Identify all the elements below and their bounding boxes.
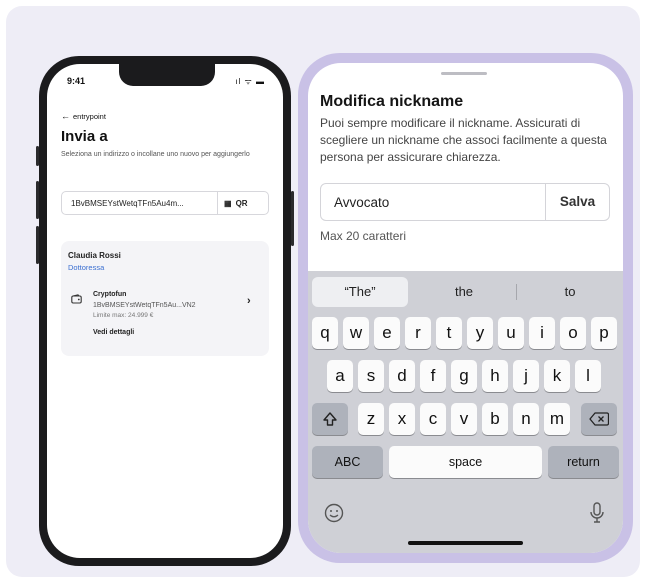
key-w[interactable]: w xyxy=(343,317,369,349)
key-x[interactable]: x xyxy=(389,403,415,435)
contact-card: Claudia Rossi Dottoressa Cryptofun 1BvBM… xyxy=(61,241,269,356)
left-phone: 9:41 ıl ᯤ ▬ ← entrypoint Invia a Selezion… xyxy=(36,56,294,566)
key-n[interactable]: n xyxy=(513,403,539,435)
delete-key[interactable] xyxy=(581,403,617,435)
left-phone-screen: 9:41 ıl ᯤ ▬ ← entrypoint Invia a Selezion… xyxy=(47,64,283,558)
keyboard: “The” the to q w e r t y u i o p a s d f xyxy=(308,271,623,553)
key-e[interactable]: e xyxy=(374,317,400,349)
background-card: 9:41 ıl ᯤ ▬ ← entrypoint Invia a Selezion… xyxy=(6,6,640,577)
page-title: Invia a xyxy=(61,128,108,145)
divider xyxy=(217,192,218,214)
key-c[interactable]: c xyxy=(420,403,446,435)
helper-text: Max 20 caratteri xyxy=(320,229,407,243)
page-subtitle: Seleziona un indirizzo o incollane uno n… xyxy=(61,151,250,158)
key-k[interactable]: k xyxy=(544,360,570,392)
home-indicator xyxy=(408,541,523,545)
key-b[interactable]: b xyxy=(482,403,508,435)
back-arrow-icon: ← xyxy=(61,111,70,121)
microphone-icon[interactable] xyxy=(589,502,605,529)
status-time: 9:41 xyxy=(67,76,86,86)
key-i[interactable]: i xyxy=(529,317,555,349)
return-key[interactable]: return xyxy=(548,446,619,478)
nickname-input[interactable] xyxy=(322,185,540,219)
key-f[interactable]: f xyxy=(420,360,446,392)
abc-key[interactable]: ABC xyxy=(312,446,383,478)
key-v[interactable]: v xyxy=(451,403,477,435)
sheet-description: Puoi sempre modificare il nickname. Assi… xyxy=(320,116,607,164)
key-o[interactable]: o xyxy=(560,317,586,349)
key-s[interactable]: s xyxy=(358,360,384,392)
key-u[interactable]: u xyxy=(498,317,524,349)
key-t[interactable]: t xyxy=(436,317,462,349)
back-link[interactable]: ← entrypoint xyxy=(61,111,106,121)
key-l[interactable]: l xyxy=(575,360,601,392)
details-link[interactable]: Vedi dettagli xyxy=(93,329,134,336)
notch xyxy=(119,64,215,86)
shift-key[interactable] xyxy=(312,403,348,435)
qr-label: QR xyxy=(235,199,248,208)
status-icons: ıl ᯤ ▬ xyxy=(235,77,265,86)
divider xyxy=(516,284,517,300)
mute-switch xyxy=(36,146,39,166)
contact-name: Claudia Rossi xyxy=(68,251,121,260)
back-label: entrypoint xyxy=(73,112,106,121)
power-button xyxy=(291,191,294,246)
sheet-grabber[interactable] xyxy=(441,72,487,75)
right-phone-screen: Modifica nickname Puoi sempre modificare… xyxy=(308,63,623,553)
address-value: 1BvBMSEYstWetqTFn5Au4m... xyxy=(71,199,184,208)
key-g[interactable]: g xyxy=(451,360,477,392)
volume-up-button xyxy=(36,181,39,219)
space-key[interactable]: space xyxy=(389,446,542,478)
key-j[interactable]: j xyxy=(513,360,539,392)
key-y[interactable]: y xyxy=(467,317,493,349)
key-d[interactable]: d xyxy=(389,360,415,392)
key-q[interactable]: q xyxy=(312,317,338,349)
save-button[interactable]: Salva xyxy=(546,184,609,220)
suggestion-item[interactable]: to xyxy=(520,277,620,307)
key-z[interactable]: z xyxy=(358,403,384,435)
wallet-icon xyxy=(71,294,82,306)
wallet-address: 1BvBMSEYstWetqTFn5Au...VN2 xyxy=(93,302,196,309)
volume-down-button xyxy=(36,226,39,264)
qr-code-icon: ▦ xyxy=(224,199,232,208)
key-h[interactable]: h xyxy=(482,360,508,392)
right-phone: Modifica nickname Puoi sempre modificare… xyxy=(298,53,633,563)
key-r[interactable]: r xyxy=(405,317,431,349)
nickname-field: Salva xyxy=(320,183,610,221)
key-p[interactable]: p xyxy=(591,317,617,349)
chevron-right-icon[interactable]: › xyxy=(247,295,251,307)
contact-nickname[interactable]: Dottoressa xyxy=(68,263,104,272)
suggestion-item[interactable]: “The” xyxy=(312,277,408,307)
wallet-name: Cryptofun xyxy=(93,291,127,298)
address-input[interactable]: 1BvBMSEYstWetqTFn5Au4m... ▦ QR xyxy=(61,191,269,215)
sheet-title: Modifica nickname xyxy=(320,93,464,110)
backspace-icon xyxy=(589,412,610,426)
emoji-icon[interactable] xyxy=(324,503,344,528)
wallet-limit: Limite max: 24.999 € xyxy=(93,312,154,319)
qr-scan-button[interactable]: ▦ QR xyxy=(224,199,248,208)
key-a[interactable]: a xyxy=(327,360,353,392)
shift-icon xyxy=(323,412,337,426)
suggestion-item[interactable]: the xyxy=(414,277,514,307)
key-m[interactable]: m xyxy=(544,403,570,435)
